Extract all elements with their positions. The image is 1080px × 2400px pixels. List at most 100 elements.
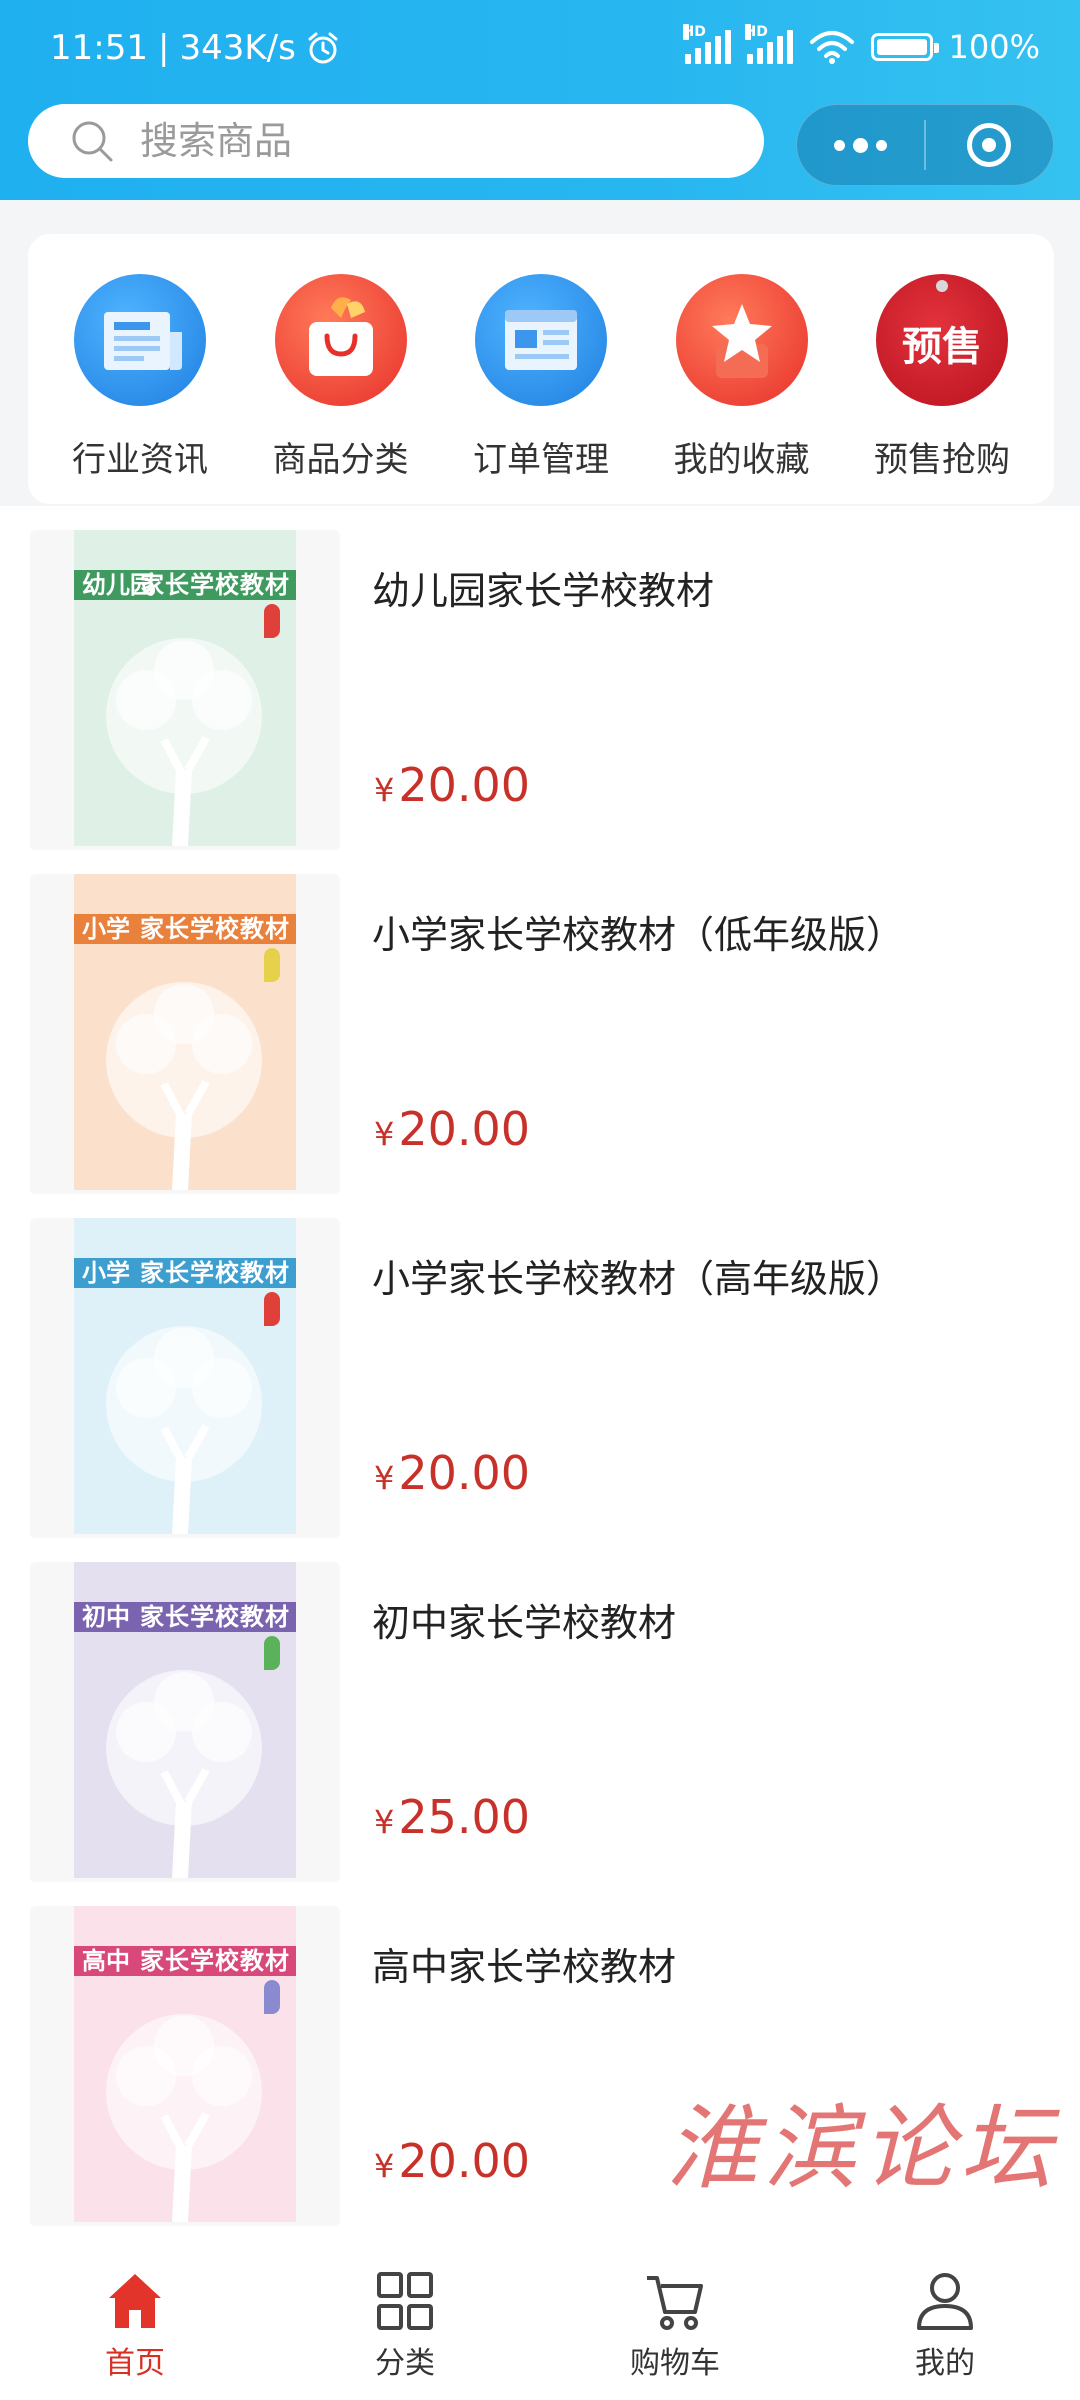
hd-label: HD (682, 24, 706, 40)
product-price: ¥20.00 (374, 2134, 530, 2188)
tab-cart[interactable]: 购物车 (540, 2250, 810, 2400)
product-title[interactable]: 幼儿园家长学校教材 (372, 560, 714, 615)
category-label: 行业资讯 (72, 440, 208, 480)
product-item[interactable]: 小学 家长学校教材 小学家长学校教材（高年级版） ¥20.00 (0, 1208, 1080, 1552)
currency-symbol: ¥ (374, 1459, 395, 1497)
cover-level-text: 小学 (78, 914, 134, 944)
product-thumbnail[interactable]: 小学 家长学校教材 (30, 1218, 340, 1538)
grid-category-icon (377, 2272, 433, 2330)
category-item-favorites[interactable]: 我的收藏 (652, 234, 832, 504)
signal-strength-icon: HD (682, 24, 731, 64)
status-right: HD HD 100% (682, 24, 1040, 66)
person-profile-icon (917, 2273, 973, 2330)
category-item-news[interactable]: 行业资讯 (50, 234, 230, 504)
category-item-presale[interactable]: 预售 预售抢购 (852, 234, 1032, 504)
search-bar[interactable] (28, 104, 764, 178)
category-label: 预售抢购 (874, 440, 1010, 480)
presale-tag-icon: 预售 (876, 274, 1008, 406)
category-item-goods[interactable]: 商品分类 (251, 234, 431, 504)
cover-tree-art (106, 1326, 262, 1534)
category-card: 行业资讯 商品分类 订单管理 我的收藏 预售 预售抢购 (28, 234, 1054, 504)
price-value: 20.00 (398, 758, 531, 812)
book-cover-image: 小学 家长学校教材 (74, 1218, 296, 1534)
product-price: ¥20.00 (374, 1446, 530, 1500)
price-value: 20.00 (398, 1446, 531, 1500)
product-price: ¥25.00 (374, 1790, 530, 1844)
cover-main-text: 家长学校教材 (140, 1947, 290, 1975)
price-value: 20.00 (398, 2134, 531, 2188)
category-label: 我的收藏 (673, 440, 810, 480)
tab-label: 首页 (105, 2346, 165, 2381)
order-document-icon (475, 274, 607, 406)
newspaper-icon (74, 274, 206, 406)
shopping-cart-icon (647, 2276, 703, 2330)
alarm-clock-icon (308, 32, 338, 64)
product-price: ¥20.00 (374, 758, 530, 812)
product-title[interactable]: 高中家长学校教材 (372, 1936, 676, 1991)
price-value: 25.00 (398, 1790, 531, 1844)
category-item-orders[interactable]: 订单管理 (451, 234, 631, 504)
watermark: 淮滨论坛 (666, 2095, 1059, 2202)
status-bar: 11:51 | 343K/s HD HD 100% (0, 0, 1080, 100)
book-cover-image: 高中 家长学校教材 (74, 1906, 296, 2222)
network-speed: 343K/s (179, 28, 296, 68)
price-value: 20.00 (398, 1102, 531, 1156)
cover-main-text: 家长学校教材 (140, 1259, 290, 1287)
status-left: 11:51 | 343K/s (50, 28, 340, 68)
search-input[interactable] (138, 118, 702, 164)
product-thumbnail[interactable]: 初中 家长学校教材 (30, 1562, 340, 1882)
product-item[interactable]: 小学 家长学校教材 小学家长学校教材（低年级版） ¥20.00 (0, 864, 1080, 1208)
home-icon (109, 2274, 161, 2328)
header: 11:51 | 343K/s HD HD 100% 搜索商品 (0, 0, 1080, 200)
cover-main-text: 家长学校教材 (140, 1603, 290, 1631)
currency-symbol: ¥ (374, 2147, 395, 2185)
tab-label: 分类 (375, 2346, 435, 2381)
status-separator: | (157, 28, 170, 68)
status-time: 11:51 (50, 28, 148, 68)
cover-tree-art (106, 2014, 262, 2222)
hd-label-2: HD (744, 24, 768, 40)
tab-profile[interactable]: 我的 (810, 2250, 1080, 2400)
currency-symbol: ¥ (374, 1803, 395, 1841)
product-item[interactable]: 初中 家长学校教材 初中家长学校教材 ¥25.00 (0, 1552, 1080, 1896)
product-title[interactable]: 小学家长学校教材（高年级版） (372, 1248, 904, 1303)
product-price: ¥20.00 (374, 1102, 530, 1156)
cover-tree-art (106, 1670, 262, 1878)
product-title[interactable]: 小学家长学校教材（低年级版） (372, 904, 904, 959)
more-dots-icon[interactable] (797, 105, 924, 185)
tab-bar: 首页 分类 购物车 我的 (0, 2250, 1080, 2400)
category-label: 订单管理 (473, 440, 609, 480)
cover-level-text: 小学 (78, 1258, 134, 1288)
cover-level-text: 初中 (78, 1602, 134, 1632)
book-cover-image: 小学 家长学校教材 (74, 874, 296, 1190)
star-favorite-icon (675, 274, 808, 406)
cover-main-text: 家长学校教材 (140, 915, 290, 943)
target-close-icon[interactable] (926, 105, 1053, 185)
battery-icon (870, 33, 939, 61)
currency-symbol: ¥ (374, 1115, 395, 1153)
product-thumbnail[interactable]: 高中 家长学校教材 (30, 1906, 340, 2226)
cover-main-text: 家长学校教材 (140, 571, 290, 599)
product-thumbnail[interactable]: 幼儿园 家长学校教材 (30, 530, 340, 850)
cover-tree-art (106, 982, 262, 1190)
book-cover-image: 初中 家长学校教材 (74, 1562, 296, 1878)
cover-tree-art (106, 638, 262, 846)
presale-icon-text: 预售 (902, 324, 982, 370)
product-item[interactable]: 幼儿园 家长学校教材 幼儿园家长学校教材 ¥20.00 (0, 520, 1080, 864)
tab-label: 购物车 (630, 2346, 720, 2381)
product-thumbnail[interactable]: 小学 家长学校教材 (30, 874, 340, 1194)
search-icon (72, 121, 113, 162)
category-label: 商品分类 (272, 440, 409, 480)
wifi-icon (809, 31, 854, 64)
currency-symbol: ¥ (374, 771, 395, 809)
signal-strength-2-icon: HD (744, 24, 793, 64)
tab-home[interactable]: 首页 (0, 2250, 270, 2400)
shopping-bag-icon (274, 274, 407, 406)
mini-program-capsule (796, 104, 1054, 186)
product-title[interactable]: 初中家长学校教材 (372, 1592, 676, 1647)
book-cover-image: 幼儿园 家长学校教材 (74, 530, 296, 846)
cover-level-text: 高中 (78, 1946, 134, 1976)
battery-percent: 100% (948, 28, 1040, 66)
tab-label: 我的 (915, 2346, 975, 2381)
tab-category[interactable]: 分类 (270, 2250, 540, 2400)
